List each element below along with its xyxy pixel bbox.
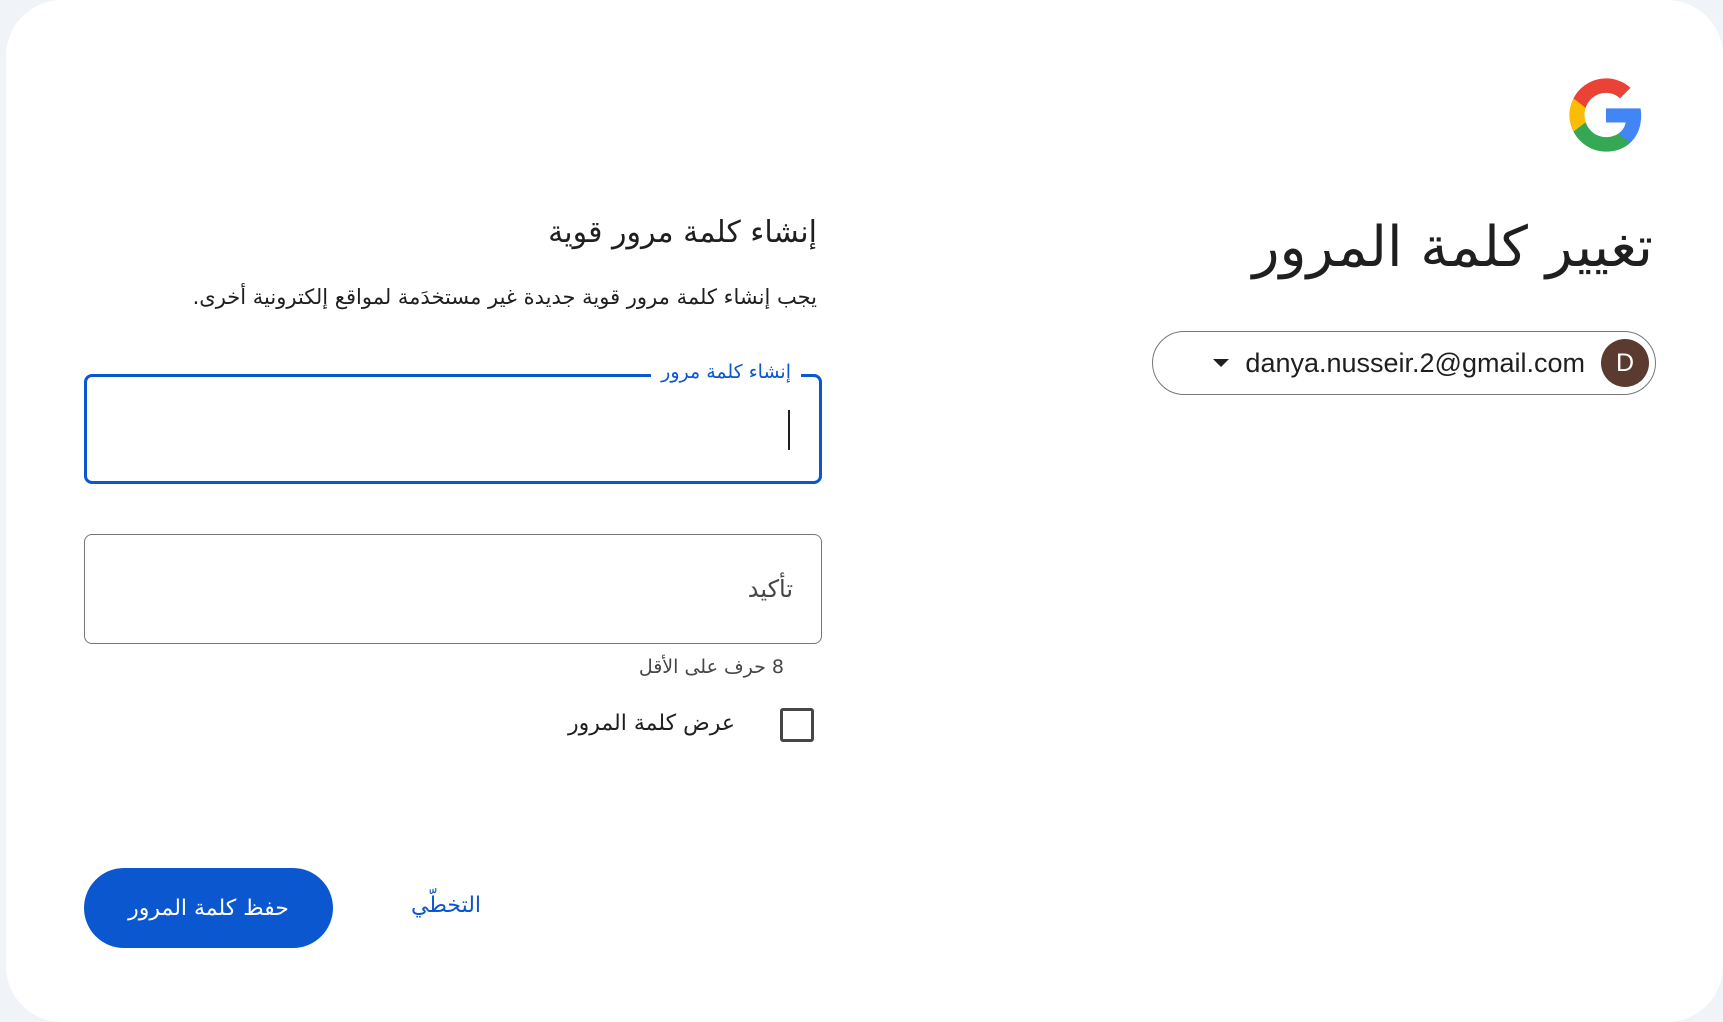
show-password-checkbox[interactable] — [780, 708, 814, 742]
page-title: تغيير كلمة المرور — [1252, 215, 1653, 280]
account-email: danya.nusseir.2@gmail.com — [1245, 347, 1585, 378]
new-password-label: إنشاء كلمة مرور — [651, 361, 801, 383]
avatar: D — [1601, 339, 1649, 387]
show-password-label[interactable]: عرض كلمة المرور — [568, 711, 735, 736]
text-cursor — [788, 410, 790, 450]
account-chip[interactable]: danya.nusseir.2@gmail.com D — [1152, 331, 1656, 395]
google-logo-icon — [1569, 78, 1642, 152]
main-card: تغيير كلمة المرور danya.nusseir.2@gmail.… — [6, 0, 1723, 1022]
section-heading: إنشاء كلمة مرور قوية — [548, 215, 817, 250]
confirm-password-field[interactable]: تأكيد — [84, 534, 822, 644]
new-password-input[interactable] — [87, 377, 819, 481]
skip-link[interactable]: التخطّي — [411, 893, 481, 918]
confirm-password-input[interactable] — [85, 535, 821, 643]
password-hint: 8 حرف على الأقل — [638, 656, 784, 678]
new-password-field[interactable]: إنشاء كلمة مرور — [84, 361, 822, 484]
save-password-button[interactable]: حفظ كلمة المرور — [84, 868, 333, 948]
section-description: يجب إنشاء كلمة مرور قوية جديدة غير مستخد… — [192, 285, 817, 309]
caret-down-icon — [1213, 359, 1230, 367]
